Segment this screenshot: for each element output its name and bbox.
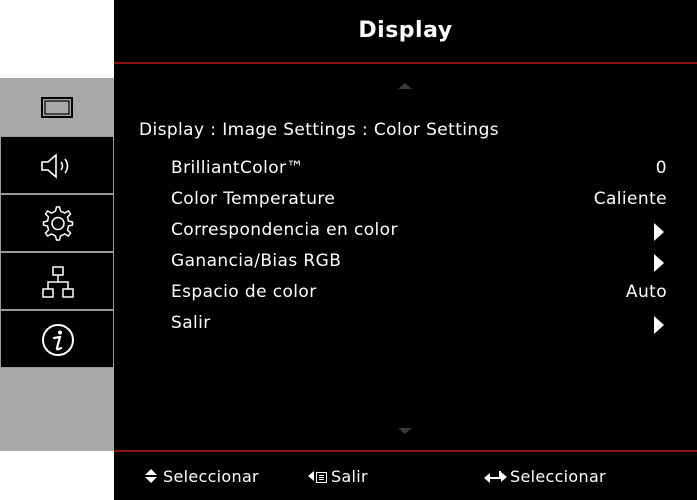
hint-exit-label: Salir xyxy=(331,467,368,486)
submenu-arrow-icon xyxy=(654,254,664,272)
up-down-icon xyxy=(145,469,157,483)
menu-item-label: Correspondencia en color xyxy=(171,220,398,240)
hint-exit: Salir xyxy=(308,467,368,486)
menu-icon xyxy=(316,472,327,483)
tab-setup[interactable] xyxy=(0,194,114,252)
tab-audio[interactable] xyxy=(0,136,114,194)
title-bar: Display xyxy=(114,0,697,64)
hint-select-label: Seleccionar xyxy=(163,467,259,486)
page-title: Display xyxy=(358,18,453,43)
menu-item-brilliantcolor[interactable]: BrilliantColor™ 0 xyxy=(114,148,697,179)
left-arrow-icon xyxy=(308,471,314,481)
menu-item-value: Caliente xyxy=(593,189,667,209)
enter-icon xyxy=(484,471,507,483)
submenu-arrow-icon xyxy=(654,316,664,334)
sidebar xyxy=(0,78,114,451)
display-icon xyxy=(41,97,73,118)
menu-item-color-matching[interactable]: Correspondencia en color xyxy=(114,210,697,241)
menu-item-label: BrilliantColor™ xyxy=(171,158,304,178)
menu-item-value: Auto xyxy=(625,282,667,302)
menu-list: BrilliantColor™ 0 Color Temperature Cali… xyxy=(114,148,697,334)
menu-item-value: 0 xyxy=(655,158,667,178)
menu-content: Display : Image Settings : Color Setting… xyxy=(114,66,697,450)
menu-item-exit[interactable]: Salir xyxy=(114,303,697,334)
menu-item-label: Espacio de color xyxy=(171,282,317,302)
tab-info[interactable] xyxy=(0,310,114,368)
menu-item-rgb-gain-bias[interactable]: Ganancia/Bias RGB xyxy=(114,241,697,272)
menu-item-color-space[interactable]: Espacio de color Auto xyxy=(114,272,697,303)
hint-enter: Seleccionar xyxy=(484,467,606,486)
menu-item-label: Ganancia/Bias RGB xyxy=(171,251,342,271)
tab-network[interactable] xyxy=(0,252,114,310)
hint-enter-label: Seleccionar xyxy=(510,467,606,486)
footer-hints: Seleccionar Salir Seleccionar xyxy=(114,450,697,500)
hint-select: Seleccionar xyxy=(145,467,259,486)
network-icon xyxy=(42,266,74,298)
breadcrumb: Display : Image Settings : Color Setting… xyxy=(139,120,500,140)
submenu-arrow-icon xyxy=(654,223,664,241)
scroll-down-icon xyxy=(398,428,412,434)
menu-item-color-temperature[interactable]: Color Temperature Caliente xyxy=(114,179,697,210)
scroll-up-icon xyxy=(398,83,412,89)
speaker-icon xyxy=(41,153,69,179)
menu-item-label: Salir xyxy=(171,313,211,333)
osd-panel: Display Display : Image Settings : Color… xyxy=(114,0,697,500)
tab-display[interactable] xyxy=(0,78,114,136)
info-icon xyxy=(42,324,74,356)
gear-icon xyxy=(42,206,74,241)
menu-item-label: Color Temperature xyxy=(171,189,336,209)
